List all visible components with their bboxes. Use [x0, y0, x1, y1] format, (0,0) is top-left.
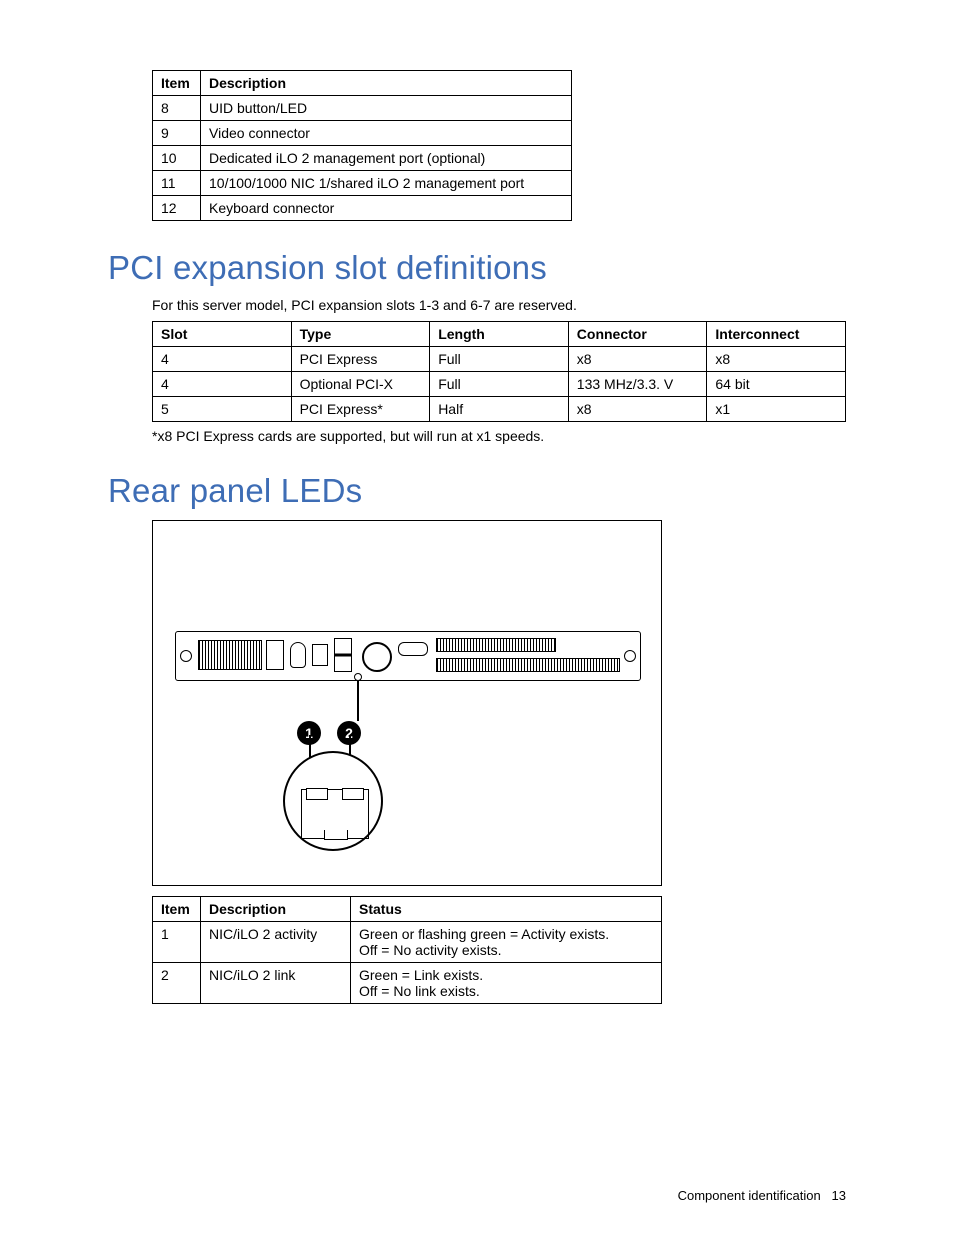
rear-panel-illustration: [175, 631, 641, 681]
pci-intro: For this server model, PCI expansion slo…: [152, 297, 846, 313]
status-line: Green or flashing green = Activity exist…: [359, 926, 653, 942]
table-row: 4 PCI Express Full x8 x8: [153, 347, 846, 372]
col-item: Item: [153, 897, 201, 922]
callout-line-icon: [357, 677, 359, 721]
ethernet-port-icon: [362, 642, 392, 672]
expansion-slot-icon: [436, 638, 556, 652]
expansion-slot-icon: [436, 658, 620, 672]
rj45-port-icon: [301, 789, 369, 839]
pci-footnote: *x8 PCI Express cards are supported, but…: [152, 428, 846, 444]
vga-port-icon: [398, 642, 428, 656]
keyboard-port-icon: [312, 644, 328, 666]
table-row: 9Video connector: [153, 121, 572, 146]
col-status: Status: [351, 897, 662, 922]
col-interconnect: Interconnect: [707, 322, 846, 347]
vent-icon: [198, 640, 262, 670]
heading-leds: Rear panel LEDs: [108, 472, 846, 510]
footer-section: Component identification: [678, 1188, 821, 1203]
table-row: 12Keyboard connector: [153, 196, 572, 221]
table-row: 8UID button/LED: [153, 96, 572, 121]
col-desc: Description: [201, 897, 351, 922]
item-description-table: Item Description 8UID button/LED 9Video …: [152, 70, 572, 221]
col-connector: Connector: [568, 322, 707, 347]
callout-dot-icon: [354, 673, 362, 681]
status-line: Off = No activity exists.: [359, 942, 653, 958]
table-row: 1 NIC/iLO 2 activity Green or flashing g…: [153, 922, 662, 963]
pci-slots-table: Slot Type Length Connector Interconnect …: [152, 321, 846, 422]
table-row: 2 NIC/iLO 2 link Green = Link exists. Of…: [153, 963, 662, 1004]
power-connector-icon: [266, 640, 284, 670]
col-item: Item: [153, 71, 201, 96]
col-desc: Description: [201, 71, 572, 96]
status-line: Green = Link exists.: [359, 967, 653, 983]
heading-pci: PCI expansion slot definitions: [108, 249, 846, 287]
page-footer: Component identification 13: [678, 1188, 846, 1203]
table-row: 10Dedicated iLO 2 management port (optio…: [153, 146, 572, 171]
status-line: Off = No link exists.: [359, 983, 653, 999]
col-slot: Slot: [153, 322, 292, 347]
usb-ports-icon: [334, 638, 352, 672]
mouse-port-icon: [290, 642, 306, 668]
col-type: Type: [291, 322, 430, 347]
col-length: Length: [430, 322, 569, 347]
rear-panel-figure: 1 2: [152, 520, 662, 886]
footer-page: 13: [832, 1188, 846, 1203]
table-row: 1110/100/1000 NIC 1/shared iLO 2 managem…: [153, 171, 572, 196]
table-row: 4 Optional PCI-X Full 133 MHz/3.3. V 64 …: [153, 372, 846, 397]
table-row: 5 PCI Express* Half x8 x1: [153, 397, 846, 422]
zoom-detail-icon: [283, 751, 383, 851]
leds-table: Item Description Status 1 NIC/iLO 2 acti…: [152, 896, 662, 1004]
